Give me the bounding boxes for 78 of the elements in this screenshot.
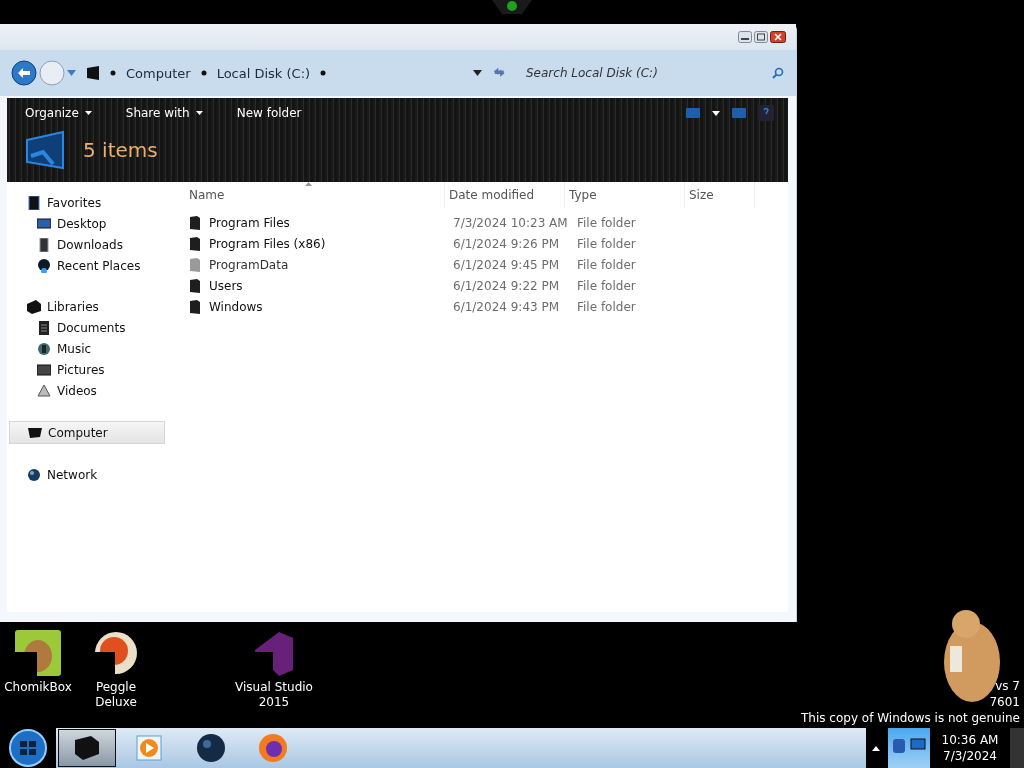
downloads-icon bbox=[37, 237, 51, 252]
computer-icon bbox=[28, 425, 42, 440]
table-cell-text: 6/1/2024 9:43 PM bbox=[452, 299, 561, 314]
table-cell-text: File folder bbox=[576, 257, 637, 272]
search-field[interactable]: Search Local Disk (C:) bbox=[524, 65, 784, 81]
sidebar-item[interactable]: Videos bbox=[7, 380, 165, 401]
caret-icon bbox=[195, 111, 203, 115]
taskbar-app-button[interactable] bbox=[58, 729, 116, 767]
sidebar-item[interactable]: Music bbox=[7, 338, 165, 359]
sidebar-item[interactable]: Computer bbox=[9, 421, 165, 444]
watermark-text: vs 7 bbox=[994, 678, 1020, 694]
app-icon[interactable] bbox=[93, 630, 139, 676]
dropdown-icon[interactable] bbox=[473, 70, 482, 76]
sidebar-item[interactable]: Favorites bbox=[7, 192, 165, 213]
sidebar-item[interactable]: Downloads bbox=[7, 234, 165, 255]
file-name[interactable]: Program Files bbox=[209, 215, 290, 230]
separator-icon bbox=[320, 70, 327, 76]
help-icon[interactable] bbox=[758, 105, 774, 121]
desktop-icon bbox=[37, 216, 51, 231]
table-cell-text: File folder bbox=[576, 215, 637, 230]
tray-app-icon[interactable] bbox=[892, 738, 906, 754]
breadcrumb-link[interactable]: Computer bbox=[126, 65, 191, 81]
caret-icon[interactable] bbox=[712, 110, 720, 116]
videos-icon bbox=[37, 383, 51, 398]
item-count: 5 items bbox=[83, 138, 158, 162]
clock-time[interactable]: 10:36 AM bbox=[938, 732, 1002, 748]
caret-icon[interactable] bbox=[872, 745, 880, 751]
column-header[interactable]: Size bbox=[685, 182, 755, 208]
desktop-icon-label[interactable]: Peggle Deluxe bbox=[76, 680, 156, 710]
network-icon bbox=[27, 467, 41, 482]
documents-icon bbox=[37, 320, 51, 335]
table-cell-text: File folder bbox=[576, 278, 637, 293]
column-header[interactable]: Date modified bbox=[445, 182, 565, 208]
separator-icon bbox=[110, 70, 116, 76]
toolbar-button[interactable]: Share with bbox=[119, 104, 209, 122]
caret-icon bbox=[84, 111, 92, 115]
desktop-icon-label[interactable]: ChomikBox bbox=[4, 680, 72, 695]
sidebar-item[interactable]: Pictures bbox=[7, 359, 165, 380]
sidebar-item[interactable]: Documents bbox=[7, 317, 165, 338]
favorites-icon bbox=[27, 195, 41, 210]
sidebar-item[interactable]: Libraries bbox=[7, 296, 165, 317]
search-icon bbox=[772, 67, 784, 79]
app-icon[interactable] bbox=[15, 630, 61, 676]
breadcrumb-link[interactable]: Local Disk (C:) bbox=[216, 65, 311, 81]
file-name[interactable]: Users bbox=[209, 278, 243, 293]
minimize-icon[interactable] bbox=[738, 31, 752, 43]
file-name[interactable]: Program Files (x86) bbox=[209, 236, 326, 251]
column-header[interactable]: Type bbox=[565, 182, 685, 208]
libraries-icon bbox=[27, 299, 41, 314]
column-header[interactable]: Name bbox=[185, 182, 445, 208]
table-cell-text: 7/3/2024 10:23 AM bbox=[452, 215, 569, 230]
sidebar-item[interactable]: Recent Places bbox=[7, 255, 165, 276]
close-icon[interactable] bbox=[770, 31, 786, 43]
sort-arrow-icon bbox=[305, 182, 312, 186]
desktop-icon-label[interactable]: Visual Studio 2015 bbox=[234, 680, 314, 710]
separator-icon bbox=[200, 70, 207, 76]
table-cell-text: 6/1/2024 9:45 PM bbox=[452, 257, 561, 272]
watermark-text: 7601 bbox=[988, 694, 1020, 710]
music-icon bbox=[37, 341, 51, 356]
table-cell-text: File folder bbox=[576, 236, 637, 251]
sidebar-item[interactable]: Desktop bbox=[7, 213, 165, 234]
notch-drawing bbox=[492, 0, 532, 14]
computer-icon bbox=[86, 66, 100, 80]
sidebar-item[interactable]: Network bbox=[7, 464, 165, 485]
table-cell-text: 6/1/2024 9:26 PM bbox=[452, 236, 561, 251]
table-cell-text: 6/1/2024 9:22 PM bbox=[452, 278, 561, 293]
toolbar-button[interactable]: New folder bbox=[230, 104, 308, 122]
pictures-icon bbox=[37, 362, 51, 377]
file-name[interactable]: Windows bbox=[209, 299, 263, 314]
clock-date[interactable]: 7/3/2024 bbox=[938, 748, 1002, 764]
back-icon[interactable] bbox=[11, 60, 37, 86]
file-name[interactable]: ProgramData bbox=[209, 257, 289, 272]
recent-icon bbox=[37, 258, 51, 273]
maximize-icon[interactable] bbox=[754, 31, 768, 43]
table-cell-text: File folder bbox=[576, 299, 637, 314]
toolbar-button[interactable]: Organize bbox=[19, 104, 98, 122]
start-button-icon[interactable] bbox=[9, 729, 47, 767]
watermark-text: This copy of Windows is not genuine bbox=[801, 710, 1020, 726]
